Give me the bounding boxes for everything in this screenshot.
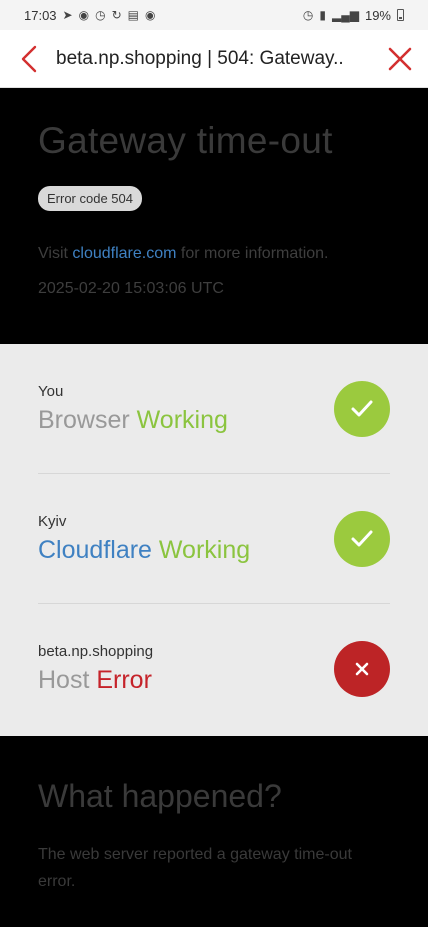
row-text: beta.np.shopping Host Error xyxy=(38,643,153,695)
media-icon: ◉ xyxy=(144,8,156,22)
alarm-off-icon: ◷ xyxy=(95,8,106,22)
row-main: Host Error xyxy=(38,666,153,695)
close-button[interactable] xyxy=(372,30,428,88)
notification-icon: ◉ xyxy=(78,8,90,22)
status-error-indicator xyxy=(334,641,390,697)
error-hero: Gateway time-out Error code 504 Visit cl… xyxy=(0,88,428,344)
row-state: Working xyxy=(136,405,228,434)
error-code-badge: Error code 504 xyxy=(38,186,142,211)
sync-icon: ↻ xyxy=(111,8,122,22)
error-title: Gateway time-out xyxy=(38,120,333,161)
row-state: Error xyxy=(96,666,152,694)
error-timestamp: 2025-02-20 15:03:06 UTC xyxy=(38,280,224,297)
network-icon: ▮ xyxy=(319,8,326,22)
what-happened-title: What happened? xyxy=(38,778,282,814)
status-bar-left: 17:03 ➤ ◉ ◷ ↻ ▤ ◉ xyxy=(24,8,155,23)
page-title: beta.np.shopping | 504: Gateway.. xyxy=(56,47,344,69)
status-panel: You Browser Working Kyiv Cloudflare Work… xyxy=(0,344,428,736)
sim-icon: ▤ xyxy=(127,8,139,22)
visit-prefix: Visit xyxy=(38,245,73,262)
browser-app-bar: beta.np.shopping | 504: Gateway.. xyxy=(0,30,428,88)
status-ok-indicator xyxy=(334,380,390,437)
telegram-icon: ➤ xyxy=(62,8,73,22)
clock: 17:03 xyxy=(24,7,57,23)
back-button[interactable] xyxy=(0,30,48,88)
cloudflare-link[interactable]: cloudflare.com xyxy=(72,245,176,262)
row-name: Browser xyxy=(38,405,130,434)
alarm-icon: ◷ xyxy=(302,8,314,22)
chevron-left-icon xyxy=(21,45,37,72)
system-status-bar: 17:03 ➤ ◉ ◷ ↻ ▤ ◉ ◷ ▮ ▂▄▆ 19% xyxy=(0,0,428,30)
status-bar-right: ◷ ▮ ▂▄▆ 19% xyxy=(303,8,404,23)
row-text: You Browser Working xyxy=(38,383,228,435)
battery-icon xyxy=(397,9,404,21)
visit-suffix: for more information. xyxy=(176,245,329,262)
checkmark-icon xyxy=(351,400,373,416)
status-row-host: beta.np.shopping Host Error xyxy=(38,604,390,734)
what-happened-text: The web server reported a gateway time-o… xyxy=(38,846,352,890)
row-name: Host xyxy=(38,666,90,694)
checkmark-icon xyxy=(351,530,373,546)
battery-percent: 19% xyxy=(364,7,391,23)
row-main: Cloudflare Working xyxy=(38,536,250,565)
error-x-icon xyxy=(355,662,369,676)
close-icon xyxy=(388,47,412,70)
row-name: Cloudflare xyxy=(38,535,152,564)
status-ok-indicator xyxy=(334,510,390,567)
status-row-browser: You Browser Working xyxy=(38,344,390,474)
row-location: beta.np.shopping xyxy=(38,643,154,660)
row-location: Kyiv xyxy=(38,512,67,530)
row-state: Working xyxy=(158,535,251,564)
what-happened-section: What happened? The web server reported a… xyxy=(0,736,428,927)
visit-line: Visit cloudflare.com for more informatio… xyxy=(38,245,390,263)
signal-icon: ▂▄▆ xyxy=(332,8,359,22)
row-text: Kyiv Cloudflare Working xyxy=(38,513,250,565)
status-row-cloudflare: Kyiv Cloudflare Working xyxy=(38,474,390,604)
row-location: You xyxy=(38,382,64,400)
row-main: Browser Working xyxy=(38,406,228,435)
